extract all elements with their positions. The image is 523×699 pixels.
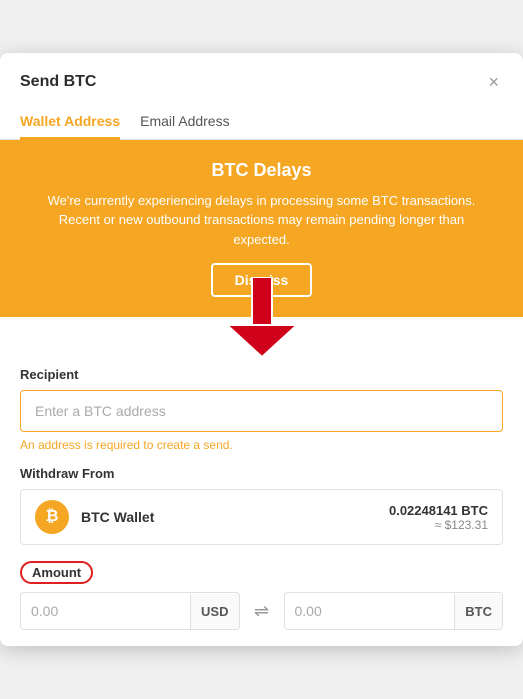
btc-input-group: BTC: [284, 592, 504, 630]
banner-body: We're currently experiencing delays in p…: [30, 191, 493, 250]
btc-wallet-icon: ₿: [35, 500, 69, 534]
recipient-label: Recipient: [20, 367, 503, 382]
tab-email-address[interactable]: Email Address: [140, 105, 229, 140]
send-btc-modal: Send BTC × Wallet Address Email Address …: [0, 53, 523, 647]
withdraw-label: Withdraw From: [20, 466, 503, 481]
amount-label: Amount: [20, 561, 93, 584]
tab-wallet-address[interactable]: Wallet Address: [20, 105, 120, 140]
wallet-usd-balance: ≈ $123.31: [389, 518, 488, 532]
amount-row: USD ⇌ BTC: [20, 592, 503, 630]
amount-section: Amount USD ⇌ BTC: [20, 561, 503, 630]
modal-content: Recipient An address is required to crea…: [0, 317, 523, 646]
wallet-name: BTC Wallet: [81, 509, 389, 525]
btc-currency-label: BTC: [454, 594, 502, 629]
recipient-input[interactable]: [20, 390, 503, 432]
wallet-btc-balance: 0.02248141 BTC: [389, 503, 488, 518]
modal-header: Send BTC ×: [0, 53, 523, 95]
recipient-error: An address is required to create a send.: [20, 438, 503, 452]
wallet-balance: 0.02248141 BTC ≈ $123.31: [389, 503, 488, 532]
usd-currency-label: USD: [190, 594, 238, 629]
modal-title: Send BTC: [20, 73, 96, 91]
usd-amount-input[interactable]: [21, 593, 190, 629]
btc-amount-input[interactable]: [285, 593, 455, 629]
usd-input-group: USD: [20, 592, 240, 630]
banner-title: BTC Delays: [30, 160, 493, 181]
swap-currency-button[interactable]: ⇌: [248, 601, 276, 622]
wallet-row: ₿ BTC Wallet 0.02248141 BTC ≈ $123.31: [20, 489, 503, 545]
swap-icon: ⇌: [254, 601, 269, 622]
tabs-container: Wallet Address Email Address: [0, 95, 523, 140]
btc-delays-banner: BTC Delays We're currently experiencing …: [0, 140, 523, 318]
red-arrow-indicator: [227, 277, 297, 357]
amount-label-wrapper: Amount: [20, 561, 503, 584]
arrow-down-icon: [227, 277, 297, 357]
close-button[interactable]: ×: [484, 69, 503, 95]
